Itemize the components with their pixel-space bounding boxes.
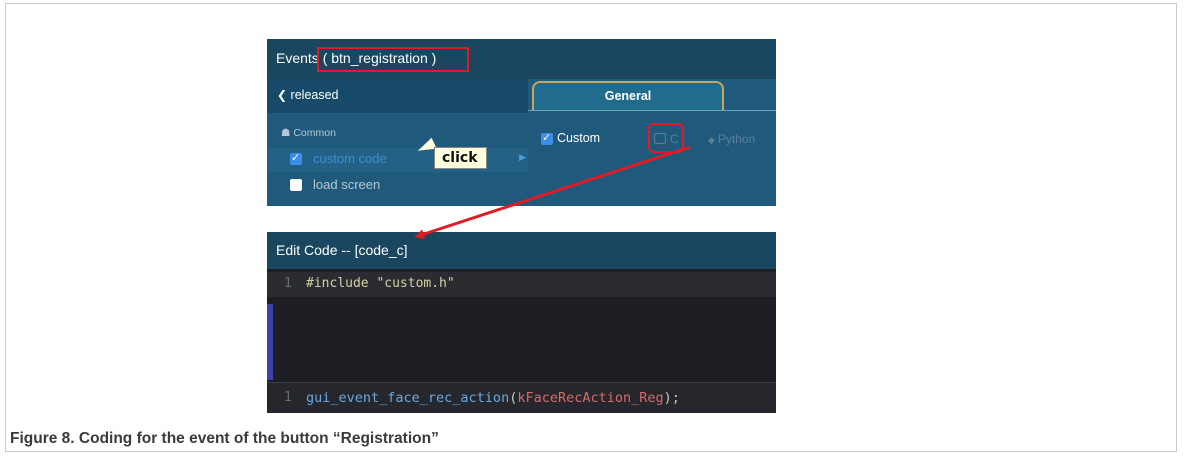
figure-caption: Figure 8. Coding for the event of the bu…: [10, 430, 439, 447]
lang-python-option[interactable]: ◆ Python: [708, 132, 755, 146]
checkbox-load-screen[interactable]: [290, 179, 302, 191]
edit-code-title: Edit Code -- [code_c]: [276, 242, 408, 258]
chevron-right-icon: ▶: [519, 153, 526, 163]
event-list: ❮ released ☗ Common custom code ▶ load s…: [267, 79, 528, 206]
edit-code-title-bar: Edit Code -- [code_c]: [267, 232, 776, 269]
list-item-custom-code[interactable]: custom code ▶: [267, 148, 528, 172]
events-title-bar: Events ( btn_registration ): [267, 39, 776, 79]
code-argument: kFaceRecAction_Reg: [517, 390, 664, 406]
chevron-left-icon: ❮: [277, 88, 288, 102]
checkbox-custom[interactable]: [541, 131, 553, 145]
section-common-label: Common: [293, 127, 336, 139]
tab-general[interactable]: General: [532, 81, 724, 111]
line-number: 1: [284, 390, 292, 405]
user-group-icon: ☗: [281, 127, 291, 139]
list-item-load-screen[interactable]: load screen: [267, 174, 528, 198]
back-released-button[interactable]: ❮ released: [267, 79, 528, 113]
editor-gutter-strip: [267, 304, 273, 380]
section-common: ☗ Common: [281, 127, 336, 139]
tab-divider: [528, 110, 776, 111]
c-option-highlight: [648, 123, 684, 153]
code-line[interactable]: 1 #include "custom.h": [267, 272, 776, 297]
click-tooltip-text: click: [442, 150, 478, 166]
released-label: released: [290, 88, 339, 102]
click-tooltip: click: [434, 147, 487, 169]
code-paren-close: );: [663, 390, 680, 406]
checkbox-custom-code[interactable]: [290, 151, 302, 165]
event-properties: General Custom C ◆Python: [528, 79, 776, 206]
edit-code-panel: Edit Code -- [code_c] 1 #include "custom…: [267, 232, 776, 413]
custom-label: Custom: [557, 131, 601, 145]
events-title-prefix: Events: [276, 50, 319, 66]
lang-python-label: Python: [717, 132, 756, 146]
code-function-name: gui_event_face_rec_action: [306, 390, 510, 406]
code-line[interactable]: 1 gui_event_face_rec_action(kFaceRecActi…: [267, 382, 776, 413]
widget-name-highlight: [317, 47, 469, 72]
tab-general-label: General: [604, 89, 652, 103]
list-item-label: load screen: [313, 177, 381, 192]
code-include-text: #include "custom.h": [306, 276, 455, 291]
python-icon: ◆: [708, 136, 715, 146]
line-number: 1: [284, 276, 292, 291]
list-item-label: custom code: [313, 151, 387, 166]
code-call-text: gui_event_face_rec_action(kFaceRecAction…: [306, 390, 680, 406]
events-panel: Events ( btn_registration ) ❮ released ☗…: [267, 39, 776, 206]
